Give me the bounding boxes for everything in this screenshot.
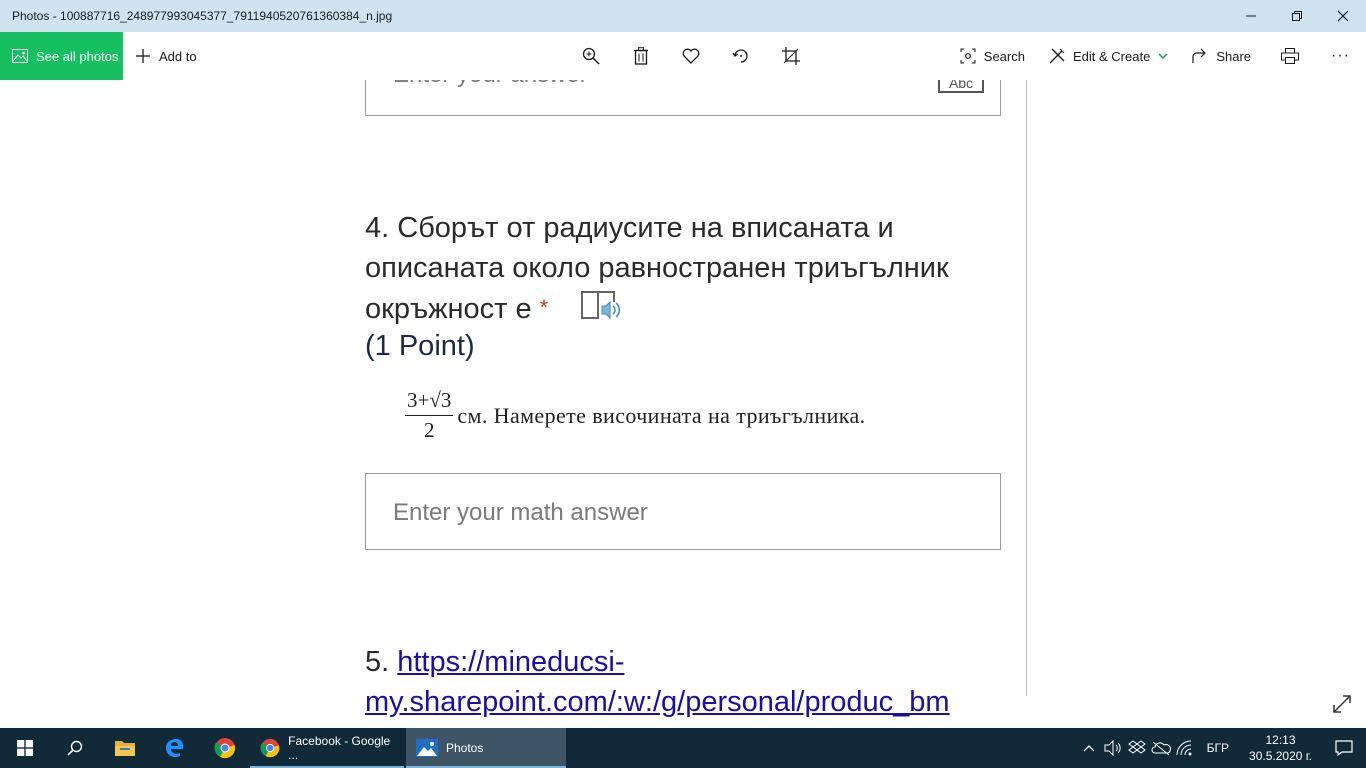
onedrive-offline-icon: [1151, 741, 1171, 756]
search-button[interactable]: Search: [948, 32, 1037, 80]
volume-icon: [1104, 740, 1121, 756]
clock-time: 12:13: [1265, 733, 1296, 747]
question-4: 4. Сборът от радиусите на вписаната и оп…: [365, 208, 1025, 333]
heart-icon: [682, 48, 700, 64]
math-answer-field-image: Enter your math answer: [365, 473, 1001, 550]
restore-button[interactable]: [1274, 0, 1320, 32]
plus-icon: [136, 49, 150, 63]
minimize-icon: [1246, 15, 1256, 17]
task-facebook-label: Facebook - Google ...: [288, 734, 391, 762]
math-answer-placeholder: Enter your math answer: [393, 499, 648, 526]
fraction: 3+√3 2: [405, 388, 454, 443]
edge-button[interactable]: [150, 728, 200, 768]
answer-field-image: Enter your answer Abc: [365, 80, 1001, 116]
image-edge: [1026, 80, 1027, 696]
question-5-link: https://mineducsi-: [397, 646, 625, 678]
see-all-photos-button[interactable]: See all photos: [0, 32, 123, 80]
chevron-up-icon: [1083, 745, 1095, 752]
onedrive-button[interactable]: [1149, 728, 1173, 768]
answer-field-placeholder: Enter your answer: [393, 80, 588, 89]
photos-toolbar: See all photos Add to Search Edit & Crea…: [0, 32, 1366, 80]
window-title: Photos - 100887716_248977993045377_79119…: [12, 9, 393, 23]
share-label: Share: [1216, 48, 1252, 64]
show-hidden-icons-button[interactable]: [1077, 728, 1101, 768]
more-options-button[interactable]: ···: [1317, 32, 1366, 80]
network-button[interactable]: [1173, 728, 1197, 768]
edit-create-label: Edit & Create: [1072, 48, 1151, 64]
share-icon: [1192, 48, 1207, 63]
task-photos-label: Photos: [446, 741, 484, 755]
start-button[interactable]: [0, 728, 50, 768]
required-mark: *: [539, 295, 549, 320]
abc-badge: Abc: [938, 80, 984, 93]
zoom-in-icon: [582, 47, 600, 65]
trash-icon: [634, 47, 648, 65]
question-text: Сборът от радиусите на вписаната и описа…: [365, 212, 949, 326]
clock-date: 30.5.2020 г.: [1249, 749, 1312, 763]
zoom-button[interactable]: [566, 32, 616, 80]
photos-app-icon: [416, 739, 438, 757]
volume-button[interactable]: [1101, 728, 1125, 768]
fraction-numerator: 3+√3: [405, 388, 454, 416]
chevron-down-icon: [1158, 53, 1168, 59]
question-number: 4.: [365, 212, 390, 244]
print-button[interactable]: [1263, 32, 1317, 80]
clock-button[interactable]: 12:13 30.5.2020 г.: [1239, 732, 1322, 764]
delete-button[interactable]: [616, 32, 666, 80]
edge-icon: [166, 739, 184, 758]
photos-icon: [12, 49, 28, 63]
restore-icon: [1292, 11, 1302, 21]
visual-search-icon: [960, 48, 976, 64]
see-all-photos-label: See all photos: [36, 48, 119, 64]
immersive-reader-icon: [580, 288, 621, 333]
taskbar-search-button[interactable]: [50, 728, 100, 768]
task-photos[interactable]: Photos: [406, 728, 566, 768]
action-center-button[interactable]: [1322, 728, 1366, 768]
toolbar-right: Search Edit & Create Share ···: [948, 32, 1366, 80]
question-formula: 3+√3 2 см. Намерете височината на триъгъ…: [405, 388, 866, 443]
rotate-button[interactable]: [716, 32, 766, 80]
question-5: 5. https://mineducsi-: [365, 646, 625, 679]
question-5-link-line2: my.sharepoint.com/:w:/g/personal/produc_…: [365, 686, 950, 718]
title-bar: Photos - 100887716_248977993045377_79119…: [0, 0, 1366, 32]
search-label: Search: [983, 48, 1025, 64]
rotate-icon: [732, 49, 748, 63]
wifi-icon: [1176, 740, 1192, 756]
taskbar: Facebook - Google ... Photos БГР 12:13 3…: [0, 728, 1366, 768]
more-options-icon: ···: [1331, 47, 1350, 64]
expand-icon: [1333, 695, 1351, 713]
edit-create-button[interactable]: Edit & Create: [1037, 32, 1180, 80]
question-points: (1 Point): [365, 330, 475, 362]
chrome-icon: [214, 738, 236, 759]
chrome-icon: [260, 738, 280, 758]
add-to-button[interactable]: Add to: [135, 48, 197, 64]
photo-canvas[interactable]: Enter your answer Abc 4. Сборът от радиу…: [0, 80, 1366, 728]
toolbar-actions: [566, 32, 816, 80]
crop-icon: [782, 47, 800, 65]
crop-button[interactable]: [766, 32, 816, 80]
share-button[interactable]: Share: [1180, 32, 1263, 80]
search-icon: [67, 740, 83, 756]
edit-icon: [1049, 48, 1065, 64]
dropbox-icon: [1127, 740, 1146, 754]
system-tray: БГР 12:13 30.5.2020 г.: [1077, 728, 1366, 768]
fullscreen-button[interactable]: [1330, 692, 1354, 716]
chrome-button[interactable]: [200, 728, 250, 768]
printer-icon: [1281, 48, 1300, 64]
input-language-button[interactable]: БГР: [1197, 741, 1239, 755]
close-button[interactable]: [1320, 0, 1366, 32]
windows-logo-icon: [17, 740, 33, 756]
add-to-label: Add to: [159, 48, 197, 64]
question-5-number: 5.: [365, 646, 390, 678]
favorite-button[interactable]: [666, 32, 716, 80]
task-facebook-chrome[interactable]: Facebook - Google ...: [250, 728, 404, 768]
fraction-denominator: 2: [423, 418, 435, 442]
dropbox-button[interactable]: [1125, 728, 1149, 768]
notification-icon: [1335, 740, 1353, 756]
formula-text: см. Намерете височината на триъгълника.: [457, 402, 866, 428]
file-explorer-button[interactable]: [100, 728, 150, 768]
close-icon: [1337, 10, 1349, 22]
minimize-button[interactable]: [1228, 0, 1274, 32]
folder-icon: [115, 741, 135, 756]
